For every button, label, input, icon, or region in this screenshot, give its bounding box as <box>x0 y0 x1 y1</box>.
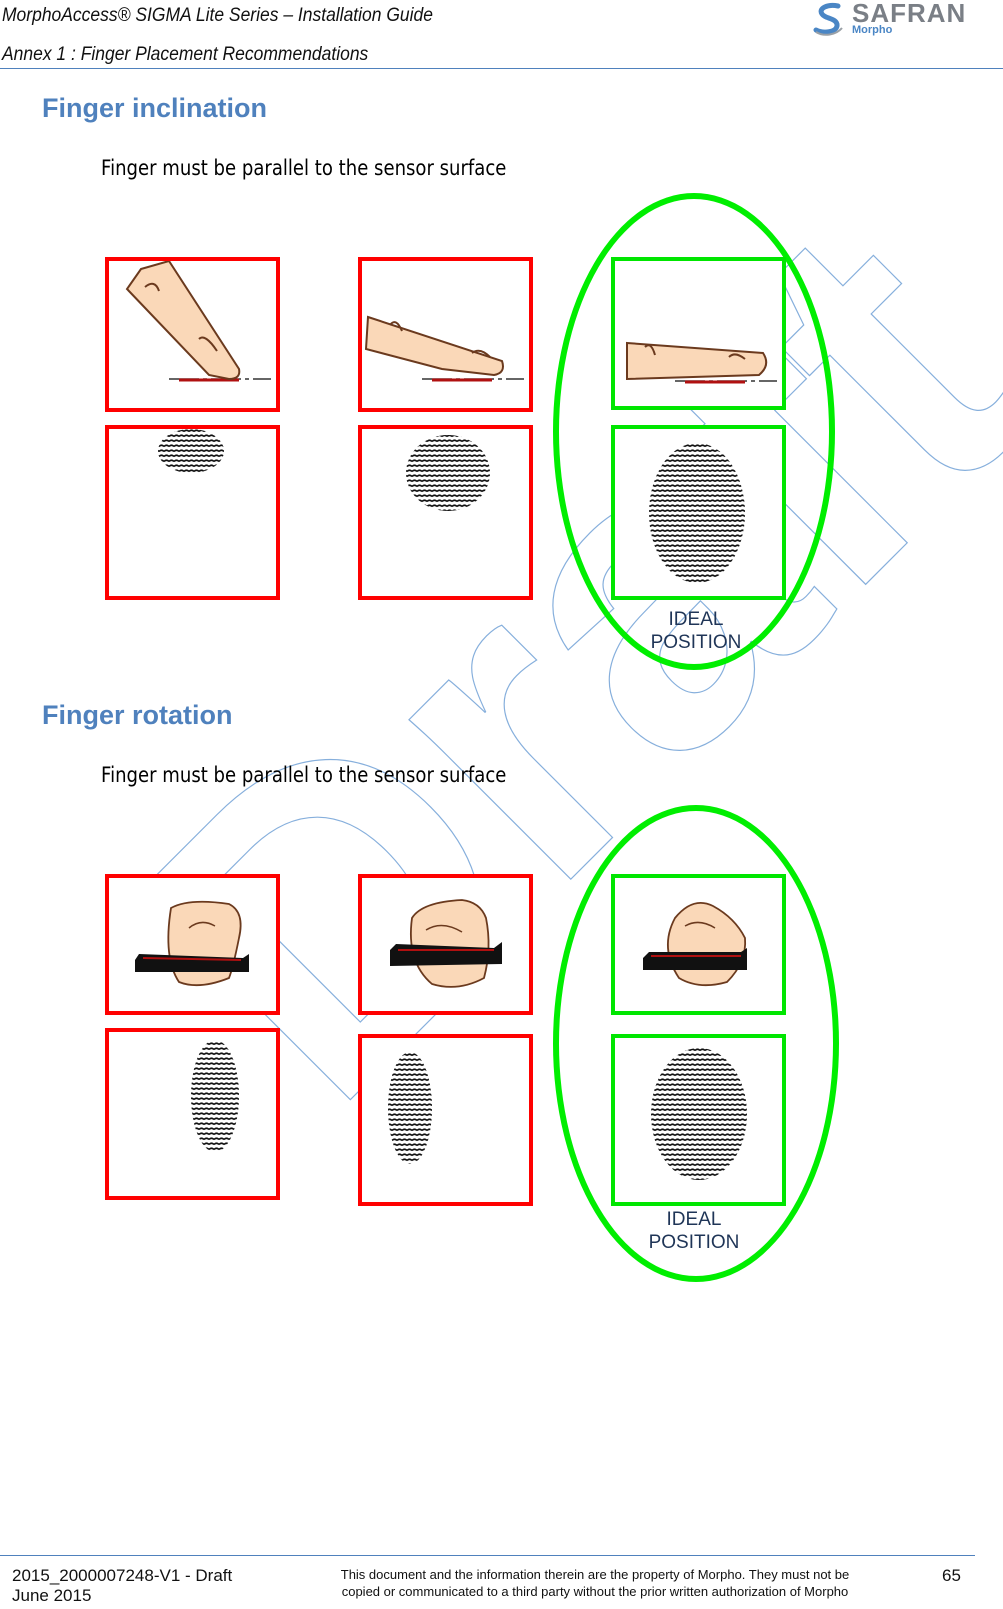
section-instruction-rotation: Finger must be parallel to the sensor su… <box>101 763 507 787</box>
section-heading-inclination: Finger inclination <box>42 93 268 123</box>
footer-divider <box>0 1555 975 1556</box>
fingerprint-narrow-left <box>358 1034 533 1206</box>
finger-illustration-icon <box>125 261 271 382</box>
doc-id: 2015_2000007248-V1 - Draft <box>12 1566 233 1585</box>
header-divider <box>0 68 1003 69</box>
safran-swoosh-icon <box>810 2 850 38</box>
finger-slight-inclination-image <box>358 257 533 412</box>
ideal-label-line1: IDEAL <box>668 609 724 630</box>
ideal-label-line2: POSITION <box>648 1232 740 1253</box>
ideal-position-label: IDEAL POSITION <box>634 1208 754 1254</box>
fingerprint-icon <box>406 435 490 511</box>
doc-date: June 2015 <box>12 1586 92 1605</box>
annex-title: Annex 1 : Finger Placement Recommendatio… <box>2 44 369 65</box>
finger-cross-section-icon <box>135 900 249 987</box>
fingerprint-icon <box>651 1048 747 1180</box>
brand-sub-text: Morpho <box>852 24 893 36</box>
finger-centered-image <box>611 874 786 1015</box>
finger-cross-section-icon <box>643 902 747 987</box>
confidentiality-notice: This document and the information therei… <box>295 1566 895 1600</box>
ideal-position-label: IDEAL POSITION <box>636 608 756 654</box>
finger-cross-section-icon <box>390 899 502 988</box>
fingerprint-icon <box>158 429 224 473</box>
fingerprint-full <box>611 1034 786 1206</box>
finger-steep-inclination-image <box>105 257 280 412</box>
document-title: MorphoAccess® SIGMA Lite Series – Instal… <box>2 5 433 26</box>
fingerprint-small-partial <box>105 425 280 600</box>
fingerprint-narrow-right <box>105 1028 280 1200</box>
ideal-label-line2: POSITION <box>650 632 742 653</box>
fingerprint-icon <box>388 1052 432 1164</box>
fingerprint-icon <box>191 1040 239 1152</box>
section-instruction-inclination: Finger must be parallel to the sensor su… <box>101 156 507 180</box>
section-heading-rotation: Finger rotation <box>42 700 233 730</box>
draft-watermark: Draft <box>55 136 1003 1186</box>
fingerprint-icon <box>649 443 745 583</box>
finger-rotated-right-image <box>105 874 280 1015</box>
finger-illustration-icon <box>364 315 524 382</box>
notice-line-1: This document and the information therei… <box>340 1567 850 1582</box>
page-number: 65 <box>942 1566 961 1585</box>
footer-doc-info: 2015_2000007248-V1 - Draft June 2015 <box>12 1566 232 1606</box>
finger-illustration-icon <box>626 341 777 384</box>
finger-flat-image <box>611 257 786 410</box>
ideal-label-line1: IDEAL <box>666 1209 722 1230</box>
notice-line-2: copied or communicated to a third party … <box>341 1584 849 1599</box>
finger-rotated-left-image <box>358 874 533 1015</box>
fingerprint-full <box>611 425 786 600</box>
fingerprint-medium-partial <box>358 425 533 600</box>
